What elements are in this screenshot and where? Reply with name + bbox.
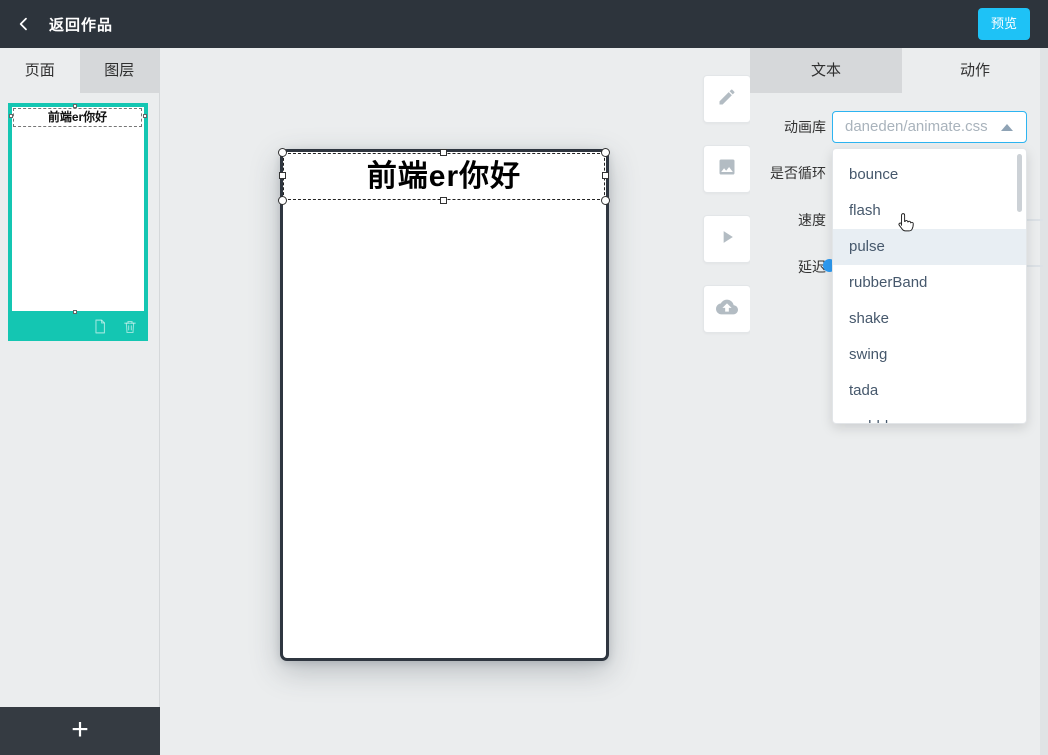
- delay-label: 延迟: [798, 259, 826, 275]
- app-root: 返回作品 预览 页面 图层 前端er你好 + 前端er你好 文本 动作 动画库 …: [0, 0, 1048, 755]
- topbar: 返回作品 预览: [0, 0, 1048, 48]
- dropdown-option-bounce[interactable]: bounce: [833, 157, 1026, 193]
- thumbnail-actions: [8, 311, 148, 341]
- chevron-left-icon: [16, 16, 32, 32]
- page-thumbnail[interactable]: 前端er你好: [8, 103, 148, 341]
- animation-library-value: daneden/animate.css: [845, 118, 988, 135]
- back-label: 返回作品: [49, 16, 114, 34]
- sidebar-tabs: 页面 图层: [0, 48, 159, 93]
- play-icon: [717, 227, 737, 252]
- window-scrollbar[interactable]: [1040, 48, 1048, 755]
- resize-handle-top-right[interactable]: [601, 148, 610, 157]
- resize-handle-top-middle[interactable]: [440, 149, 447, 156]
- dropdown-option-rubberband[interactable]: rubberBand: [833, 265, 1026, 301]
- mini-handle: [73, 104, 77, 108]
- resize-handle-middle-left[interactable]: [279, 172, 286, 179]
- canvas-phone-mockup[interactable]: [280, 149, 609, 661]
- resize-handle-bottom-left[interactable]: [278, 196, 287, 205]
- add-page-button[interactable]: +: [0, 707, 160, 755]
- panel-tabs: 文本 动作: [750, 48, 1048, 93]
- dropdown-option-swing[interactable]: swing: [833, 337, 1026, 373]
- loop-label: 是否循环: [770, 165, 826, 181]
- plus-icon: +: [71, 713, 89, 746]
- dropdown-option-tada[interactable]: tada: [833, 373, 1026, 409]
- page-thumbnail-preview: 前端er你好: [9, 104, 147, 314]
- properties-panel: 文本 动作 动画库 是否循环 速度 延迟 daneden/animate.css…: [750, 48, 1048, 755]
- animation-library-label: 动画库: [784, 119, 826, 135]
- cloud-upload-icon: [716, 296, 738, 323]
- tab-pages[interactable]: 页面: [0, 48, 80, 93]
- dropdown-option-shake[interactable]: shake: [833, 301, 1026, 337]
- sidebar: 页面 图层 前端er你好 +: [0, 48, 160, 755]
- image-icon: [717, 157, 737, 182]
- resize-handle-top-left[interactable]: [278, 148, 287, 157]
- dropdown-option-flash[interactable]: flash: [833, 193, 1026, 229]
- trash-icon[interactable]: [122, 318, 138, 335]
- mini-handle: [9, 114, 13, 118]
- thumbnail-text-element: 前端er你好: [13, 108, 142, 127]
- mini-handle: [143, 114, 147, 118]
- tab-action[interactable]: 动作: [902, 48, 1048, 93]
- dropdown-option-wobble[interactable]: wobble: [833, 409, 1026, 423]
- animation-dropdown: bounce flash pulse rubberBand shake swin…: [832, 148, 1027, 424]
- tab-layers[interactable]: 图层: [79, 48, 159, 93]
- resize-handle-bottom-middle[interactable]: [440, 197, 447, 204]
- back-button[interactable]: 返回作品: [16, 14, 113, 35]
- speed-label: 速度: [798, 212, 826, 228]
- tab-text[interactable]: 文本: [750, 48, 902, 93]
- chevron-up-icon: [1001, 124, 1013, 131]
- resize-handle-bottom-right[interactable]: [601, 196, 610, 205]
- pencil-icon: [717, 87, 737, 112]
- resize-handle-middle-right[interactable]: [602, 172, 609, 179]
- dropdown-scrollbar[interactable]: [1017, 154, 1022, 212]
- selected-text-element[interactable]: 前端er你好: [283, 153, 605, 200]
- upload-button[interactable]: [703, 285, 751, 333]
- animation-library-select[interactable]: daneden/animate.css: [832, 111, 1027, 143]
- dropdown-option-pulse[interactable]: pulse: [833, 229, 1026, 265]
- add-text-button[interactable]: [703, 75, 751, 123]
- copy-page-icon[interactable]: [91, 318, 108, 335]
- add-image-button[interactable]: [703, 145, 751, 193]
- add-media-button[interactable]: [703, 215, 751, 263]
- preview-button[interactable]: 预览: [977, 8, 1030, 40]
